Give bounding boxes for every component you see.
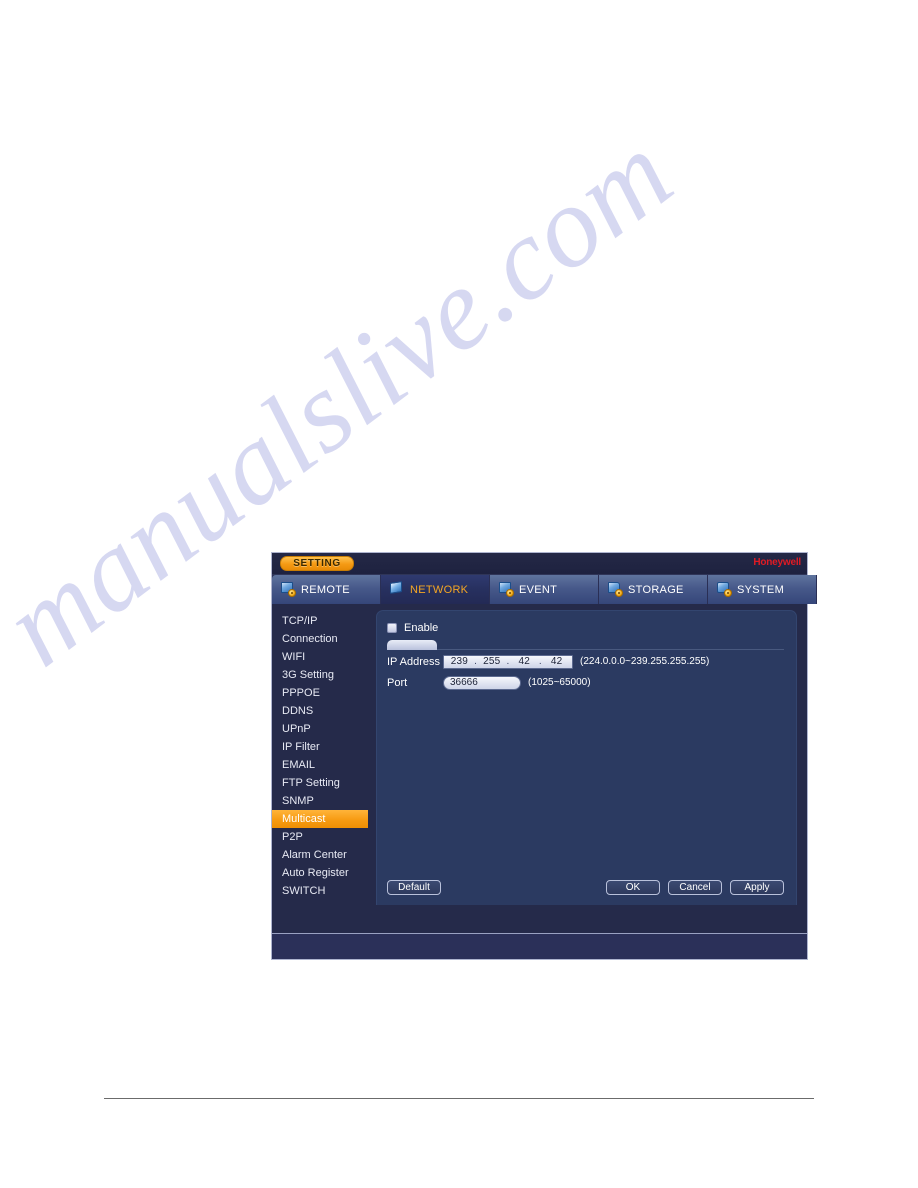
page-footer-rule [104,1098,814,1099]
window-statusbar [272,933,807,959]
apply-button[interactable]: Apply [730,879,784,895]
ip-address-input[interactable]: 239 . 255 . 42 . 42 [443,654,573,669]
ip-address-range-hint: (224.0.0.0~239.255.255.255) [580,656,710,667]
tab-storage[interactable]: STORAGE [599,575,708,604]
event-icon [498,582,514,597]
ip-dot-1: . [474,655,478,667]
tab-network[interactable]: NETWORK [381,575,490,604]
enable-row: Enable [387,620,784,636]
tab-event[interactable]: EVENT [490,575,599,604]
port-range-hint: (1025~65000) [528,677,591,688]
ip-octet-3[interactable]: 42 [514,656,534,668]
sidebar-item-switch[interactable]: SWITCH [272,882,368,900]
sidebar-item-multicast[interactable]: Multicast [272,810,368,828]
sidebar-item-email[interactable]: EMAIL [272,756,368,774]
ip-dot-3: . [538,655,542,667]
ip-octet-1[interactable]: 239 [449,656,469,668]
multicast-panel: Enable IP Address 239 . 255 . 42 . 42 (2… [376,610,797,905]
setting-badge[interactable]: SETTING [280,556,354,571]
remote-icon [280,582,296,597]
tab-system[interactable]: SYSTEM [708,575,817,604]
ip-dot-2: . [506,655,510,667]
settings-sidebar: TCP/IP Connection WIFI 3G Setting PPPOE … [272,604,368,934]
content-area: Enable IP Address 239 . 255 . 42 . 42 (2… [368,604,807,934]
ip-address-label: IP Address [387,655,440,668]
sidebar-item-alarm-center[interactable]: Alarm Center [272,846,368,864]
port-input[interactable]: 36666 [443,675,521,690]
primary-button-group: OK Cancel Apply [606,879,784,895]
port-label: Port [387,676,408,689]
sidebar-item-snmp[interactable]: SNMP [272,792,368,810]
sidebar-item-ip-filter[interactable]: IP Filter [272,738,368,756]
tab-remote-label: REMOTE [301,583,350,596]
sidebar-item-ftp-setting[interactable]: FTP Setting [272,774,368,792]
tab-event-label: EVENT [519,583,558,596]
sidebar-item-wifi[interactable]: WIFI [272,648,368,666]
ip-octet-2[interactable]: 255 [482,656,502,668]
sidebar-item-p2p[interactable]: P2P [272,828,368,846]
panel-divider [387,639,784,650]
tab-network-label: NETWORK [410,583,469,596]
sidebar-item-ddns[interactable]: DDNS [272,702,368,720]
ip-address-row: IP Address 239 . 255 . 42 . 42 (224.0.0.… [387,652,784,671]
dvr-settings-window: SETTING Honeywell REMOTE NETWORK EVENT S… [271,552,817,960]
window-titlebar: SETTING Honeywell [272,553,807,575]
window-body: TCP/IP Connection WIFI 3G Setting PPPOE … [272,604,807,934]
sidebar-item-connection[interactable]: Connection [272,630,368,648]
cancel-button[interactable]: Cancel [668,879,722,895]
tab-storage-label: STORAGE [628,583,684,596]
network-icon [389,581,405,597]
button-row: Default OK Cancel Apply [377,879,796,895]
enable-checkbox[interactable] [387,623,397,633]
sidebar-item-tcpip[interactable]: TCP/IP [272,612,368,630]
sidebar-item-auto-register[interactable]: Auto Register [272,864,368,882]
honeywell-logo: Honeywell [753,557,801,568]
tab-system-label: SYSTEM [737,583,785,596]
tab-strip: REMOTE NETWORK EVENT STORAGE SYSTEM [272,575,817,604]
panel-tab-nub [387,640,437,650]
ok-button[interactable]: OK [606,879,660,895]
enable-label: Enable [404,622,439,634]
ip-octet-4[interactable]: 42 [547,656,567,668]
sidebar-item-3g-setting[interactable]: 3G Setting [272,666,368,684]
default-button[interactable]: Default [387,879,441,895]
tab-remote[interactable]: REMOTE [272,575,381,604]
storage-icon [607,582,623,597]
sidebar-item-upnp[interactable]: UPnP [272,720,368,738]
system-icon [716,582,732,597]
port-row: Port 36666 (1025~65000) [387,673,784,692]
sidebar-item-pppoe[interactable]: PPPOE [272,684,368,702]
panel-divider-line [437,649,784,650]
